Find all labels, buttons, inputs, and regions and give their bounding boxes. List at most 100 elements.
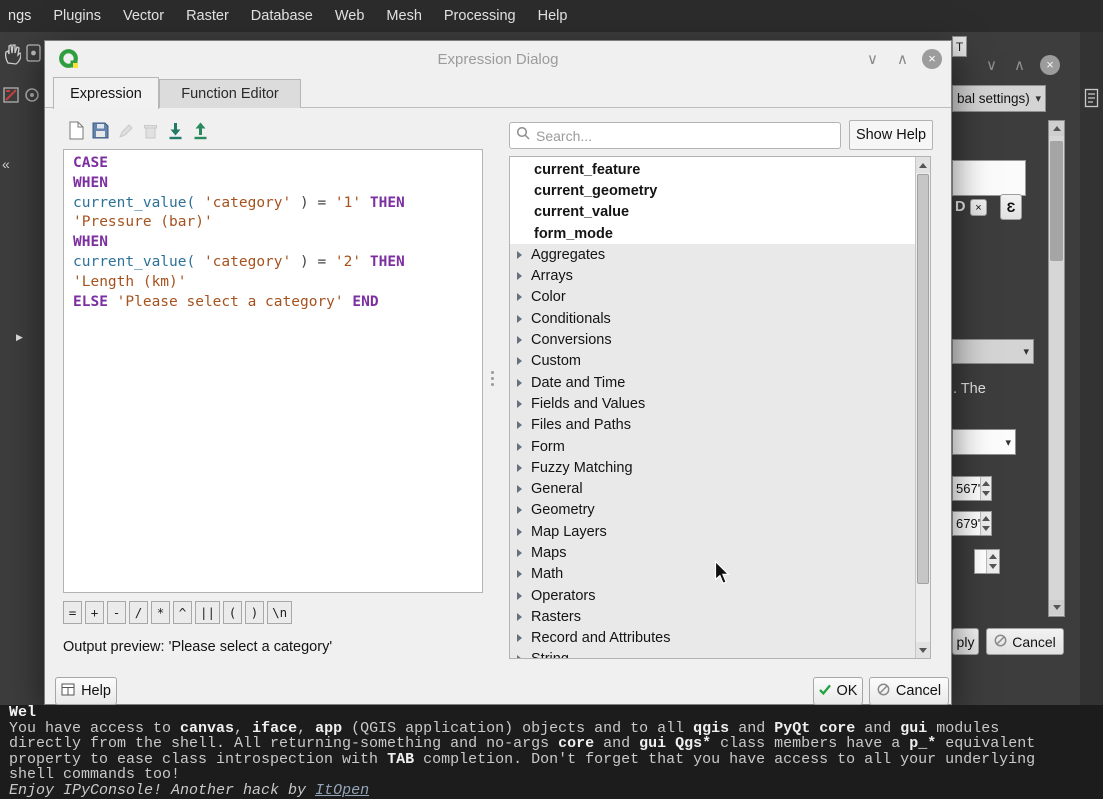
expression-editor[interactable]: CASEWHENcurrent_value( 'category' ) = '1…	[63, 149, 483, 593]
operator-button--[interactable]: +	[85, 601, 104, 624]
collapse-panel-icon[interactable]: «	[2, 156, 10, 172]
scroll-down-button[interactable]	[916, 642, 930, 658]
operator-button--[interactable]: -	[107, 601, 126, 624]
function-group-geometry[interactable]: Geometry	[510, 500, 917, 521]
tab-expression[interactable]: Expression	[53, 77, 159, 109]
measure-tool-icon[interactable]	[1, 82, 21, 108]
function-group-arrays[interactable]: Arrays	[510, 265, 917, 286]
coordinate-spinbox-1[interactable]: 567'	[952, 476, 992, 501]
dialog-unshade-icon[interactable]: ∧	[897, 50, 908, 68]
search-input[interactable]	[536, 128, 834, 144]
scrollbar-thumb[interactable]	[917, 174, 929, 584]
help-button[interactable]: Help	[55, 677, 117, 705]
new-expression-icon[interactable]	[65, 119, 86, 142]
function-group-string[interactable]: String	[510, 649, 917, 659]
function-group-general[interactable]: General	[510, 478, 917, 499]
operator-button--[interactable]: (	[223, 601, 242, 624]
function-group-files-and-paths[interactable]: Files and Paths	[510, 415, 917, 436]
pan-hand-icon[interactable]	[2, 40, 22, 67]
function-group-color[interactable]: Color	[510, 287, 917, 308]
menu-item-ngs[interactable]: ngs	[8, 8, 31, 24]
scroll-up-button[interactable]	[916, 157, 930, 173]
bg-cancel-button[interactable]: Cancel	[986, 628, 1064, 655]
function-group-rasters[interactable]: Rasters	[510, 606, 917, 627]
function-item-current-value[interactable]: current_value	[510, 202, 917, 223]
menu-item-processing[interactable]: Processing	[444, 8, 516, 24]
function-item-current-feature[interactable]: current_feature	[510, 159, 917, 180]
spinner-arrows[interactable]	[980, 512, 991, 535]
clear-field-button[interactable]: ×	[970, 199, 987, 216]
operator-button--[interactable]: /	[129, 601, 148, 624]
toolbar-fragment2-icon[interactable]	[23, 82, 41, 108]
expand-arrow-icon	[517, 528, 522, 536]
scrollbar-thumb[interactable]	[1050, 141, 1063, 261]
python-console[interactable]: Wel You have access to canvas, iface, ap…	[0, 705, 1103, 799]
spin-up-icon[interactable]	[989, 554, 997, 559]
function-group-map-layers[interactable]: Map Layers	[510, 521, 917, 542]
expression-epsilon-button[interactable]: Ɛ	[1000, 194, 1022, 220]
code-token: 'Length (km)'	[73, 274, 187, 290]
function-group-fields-and-values[interactable]: Fields and Values	[510, 393, 917, 414]
function-group-date-and-time[interactable]: Date and Time	[510, 372, 917, 393]
tab-function-editor[interactable]: Function Editor	[159, 79, 301, 108]
panel-page-icon[interactable]	[1083, 86, 1100, 110]
spinner-arrows[interactable]	[986, 550, 999, 573]
export-expressions-icon[interactable]	[190, 119, 211, 142]
menu-item-database[interactable]: Database	[251, 8, 313, 24]
coordinate-spinbox-3[interactable]	[974, 549, 1000, 574]
dialog-shade-icon[interactable]: ∨	[867, 50, 878, 68]
operator-button--[interactable]: )	[245, 601, 264, 624]
operator-button--[interactable]: *	[151, 601, 170, 624]
function-item-form-mode[interactable]: form_mode	[510, 223, 917, 244]
function-group-record-and-attributes[interactable]: Record and Attributes	[510, 628, 917, 649]
delete-expression-icon	[140, 119, 161, 142]
import-expressions-icon[interactable]	[165, 119, 186, 142]
bg-minimize-icon[interactable]: ∨	[986, 56, 997, 74]
console-line: You have access to canvas, iface, app (Q…	[9, 721, 1103, 737]
toolbar-fragment-icon[interactable]	[24, 40, 43, 67]
function-group-fuzzy-matching[interactable]: Fuzzy Matching	[510, 457, 917, 478]
menu-item-mesh[interactable]: Mesh	[386, 8, 421, 24]
spin-down-icon[interactable]	[982, 526, 990, 531]
bg-apply-button-fragment[interactable]: ply	[952, 628, 979, 655]
function-group-conditionals[interactable]: Conditionals	[510, 308, 917, 329]
menu-item-plugins[interactable]: Plugins	[53, 8, 101, 24]
spin-down-icon[interactable]	[989, 564, 997, 569]
function-group-custom[interactable]: Custom	[510, 351, 917, 372]
scroll-down-button[interactable]	[1049, 600, 1064, 615]
menu-item-vector[interactable]: Vector	[123, 8, 164, 24]
bg-dropdown-3[interactable]: ▾	[952, 429, 1016, 455]
play-icon[interactable]: ▶	[16, 332, 23, 343]
spin-up-icon[interactable]	[982, 481, 990, 486]
bg-dropdown-2[interactable]: ▾	[952, 339, 1034, 364]
menu-item-help[interactable]: Help	[538, 8, 568, 24]
cancel-button[interactable]: Cancel	[869, 677, 949, 705]
coordinate-spinbox-2[interactable]: 679'	[952, 511, 992, 536]
operator-button--[interactable]: ||	[195, 601, 220, 624]
operator-button--[interactable]: =	[63, 601, 82, 624]
ok-button[interactable]: OK	[813, 677, 863, 705]
operator-button--[interactable]: ^	[173, 601, 192, 624]
function-search[interactable]	[509, 122, 841, 149]
save-expression-icon[interactable]	[90, 119, 111, 142]
show-help-button[interactable]: Show Help	[849, 120, 933, 150]
function-group-form[interactable]: Form	[510, 436, 917, 457]
dialog-close-icon[interactable]: ×	[922, 49, 942, 69]
scroll-up-button[interactable]	[1049, 121, 1064, 136]
spin-up-icon[interactable]	[982, 516, 990, 521]
bg-close-icon[interactable]: ×	[1040, 55, 1060, 75]
bg-input-fragment[interactable]	[952, 160, 1026, 196]
function-group-aggregates[interactable]: Aggregates	[510, 244, 917, 265]
bg-settings-dropdown[interactable]: bal settings) ▾	[952, 85, 1046, 112]
function-item-current-geometry[interactable]: current_geometry	[510, 180, 917, 201]
operator-button--n[interactable]: \n	[267, 601, 292, 624]
menu-item-web[interactable]: Web	[335, 8, 365, 24]
menu-item-raster[interactable]: Raster	[186, 8, 229, 24]
spin-down-icon[interactable]	[982, 491, 990, 496]
bg-maximize-icon[interactable]: ∧	[1014, 56, 1025, 74]
function-group-conversions[interactable]: Conversions	[510, 329, 917, 350]
pane-splitter[interactable]	[491, 371, 494, 386]
bg-vertical-scrollbar[interactable]	[1048, 120, 1065, 617]
spinner-arrows[interactable]	[980, 477, 991, 500]
function-list-scrollbar[interactable]	[915, 157, 930, 658]
